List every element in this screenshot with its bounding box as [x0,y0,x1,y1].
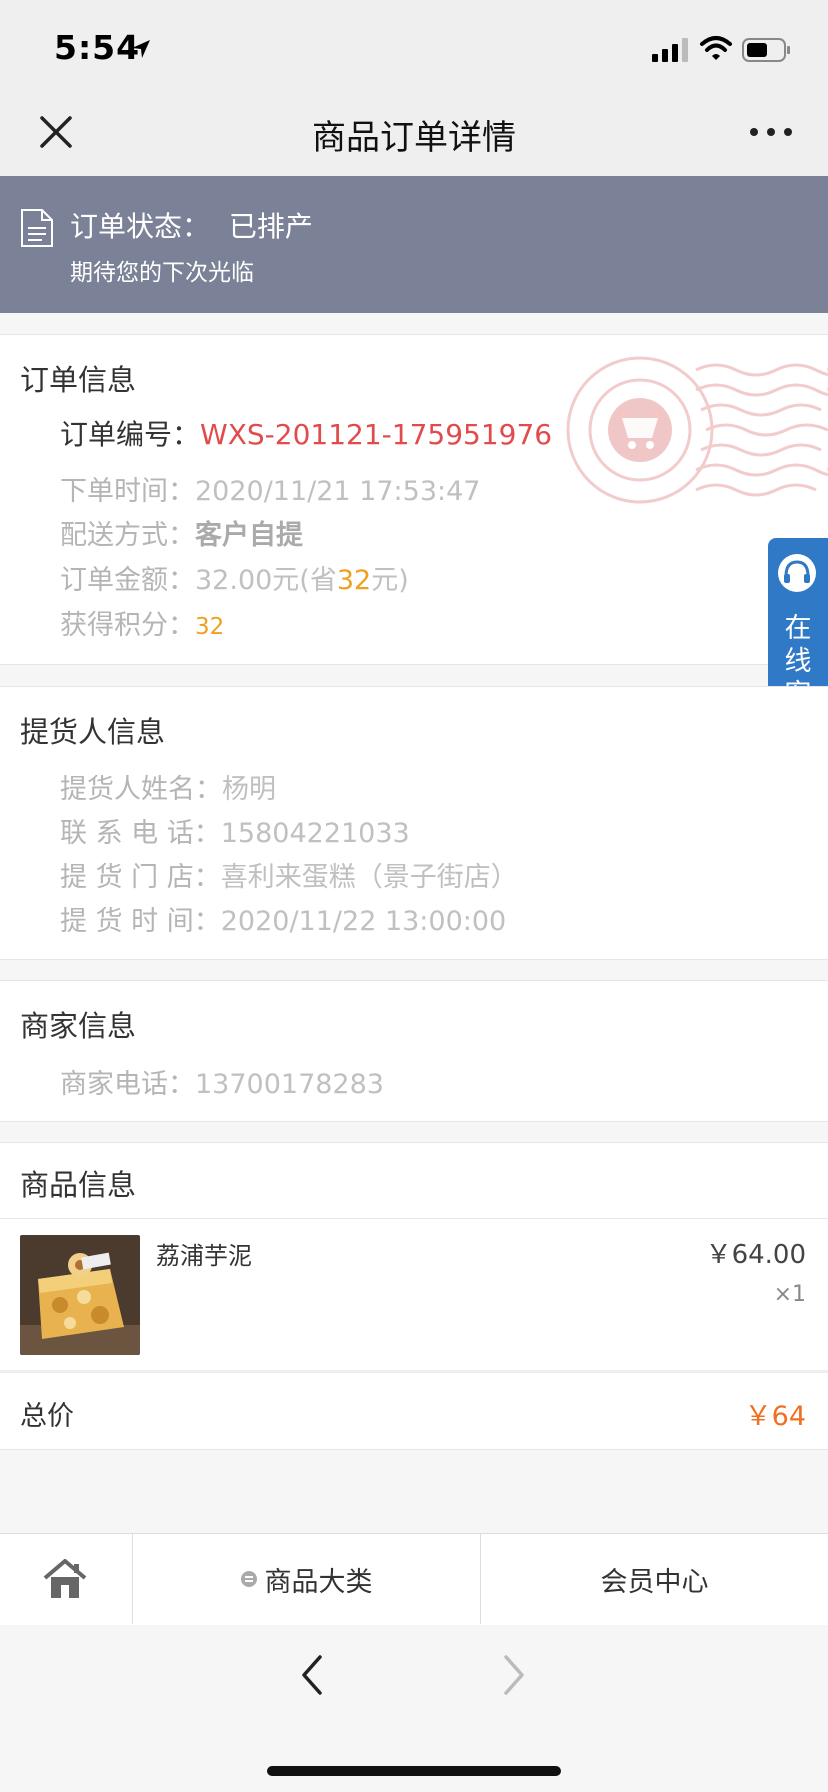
product-quantity: ×1 [773,1282,806,1307]
order-status-subtitle: 期待您的下次光临 [70,260,254,286]
pickup-time-label: 提 货 时 间： [60,906,221,937]
total-price: ￥64 [744,1401,806,1432]
pickup-phone-label: 联 系 电 话： [60,818,221,849]
document-icon [21,209,53,247]
pickup-phone: 15804221033 [220,818,410,849]
delivery-method-row: 配送方式：客户自提 [60,513,303,552]
pickup-store-label: 提 货 门 店： [60,862,221,893]
close-icon[interactable] [36,112,76,152]
home-indicator [267,1766,561,1776]
saved-amount: 32 [336,565,372,596]
total-label: 总价 [20,1401,74,1432]
wifi-icon [700,36,732,60]
product-info-title: 商品信息 [20,1168,137,1202]
order-time: 2020/11/21 17:53:47 [195,476,481,507]
member-center-tab[interactable]: 会员中心 [481,1534,828,1624]
home-tab[interactable] [0,1534,132,1624]
product-image[interactable] [20,1235,140,1355]
pickup-store-row: 提 货 门 店：喜利来蛋糕（景子街店） [60,855,518,894]
delivery-method: 客户自提 [195,520,303,551]
divider [0,1370,828,1373]
product-name[interactable]: 荔浦芋泥 [156,1236,252,1271]
pickup-time: 2020/11/22 13:00:00 [220,906,507,937]
order-status-value: 已排产 [228,210,313,243]
pickup-time-row: 提 货 时 间：2020/11/22 13:00:00 [60,899,506,938]
order-time-row: 下单时间：2020/11/21 17:53:47 [60,469,480,508]
status-time: 5:54 [54,28,141,67]
order-info-title: 订单信息 [20,363,137,397]
order-number-row: 订单编号：WXS-201121-175951976 [60,413,552,453]
cellular-signal-icon [652,38,688,62]
points-value: 32 [195,614,225,640]
order-amount-row: 订单金额：32.00元(省32元) [60,558,409,597]
order-amount: 32.00元(省 [195,565,337,596]
member-center-label: 会员中心 [600,1566,709,1598]
pickup-phone-row: 联 系 电 话：15804221033 [60,811,410,850]
merchant-phone-row[interactable]: 商家电话：13700178283 [60,1062,384,1101]
collection-stamp-icon [566,356,828,504]
pickup-name: 杨明 [222,774,276,805]
location-arrow-icon [132,40,150,58]
category-tab[interactable]: 商品大类 [133,1534,480,1624]
points-row: 获得积分：32 [60,603,224,642]
home-icon [43,1559,87,1598]
battery-icon [742,38,790,62]
merchant-info-title: 商家信息 [20,1009,137,1043]
merchant-phone-label: 商家电话： [60,1069,195,1100]
order-status: 订单状态： 已排产 [70,205,313,245]
delivery-method-label: 配送方式： [60,520,195,551]
order-amount-suffix: 元) [371,565,409,596]
forward-arrow-icon[interactable] [502,1654,526,1696]
headset-icon [778,554,816,592]
order-number: WXS-201121-175951976 [200,418,553,451]
more-icon[interactable] [748,120,794,144]
order-time-label: 下单时间： [60,476,195,507]
pickup-info-title: 提货人信息 [20,715,166,749]
divider [0,1218,828,1219]
points-label: 获得积分： [60,610,195,641]
pickup-store: 喜利来蛋糕（景子街店） [220,862,518,893]
category-label: 商品大类 [264,1566,373,1598]
order-amount-label: 订单金额： [60,565,195,596]
order-status-label: 订单状态： [70,210,211,243]
product-price: ￥64.00 [705,1240,806,1270]
merchant-phone: 13700178283 [195,1069,384,1100]
pickup-name-row: 提货人姓名：杨明 [60,767,276,806]
page-title: 商品订单详情 [312,118,516,158]
order-number-label: 订单编号： [60,418,201,451]
back-arrow-icon[interactable] [300,1654,324,1696]
menu-dot-icon [240,1571,257,1587]
pickup-name-label: 提货人姓名： [60,774,222,805]
